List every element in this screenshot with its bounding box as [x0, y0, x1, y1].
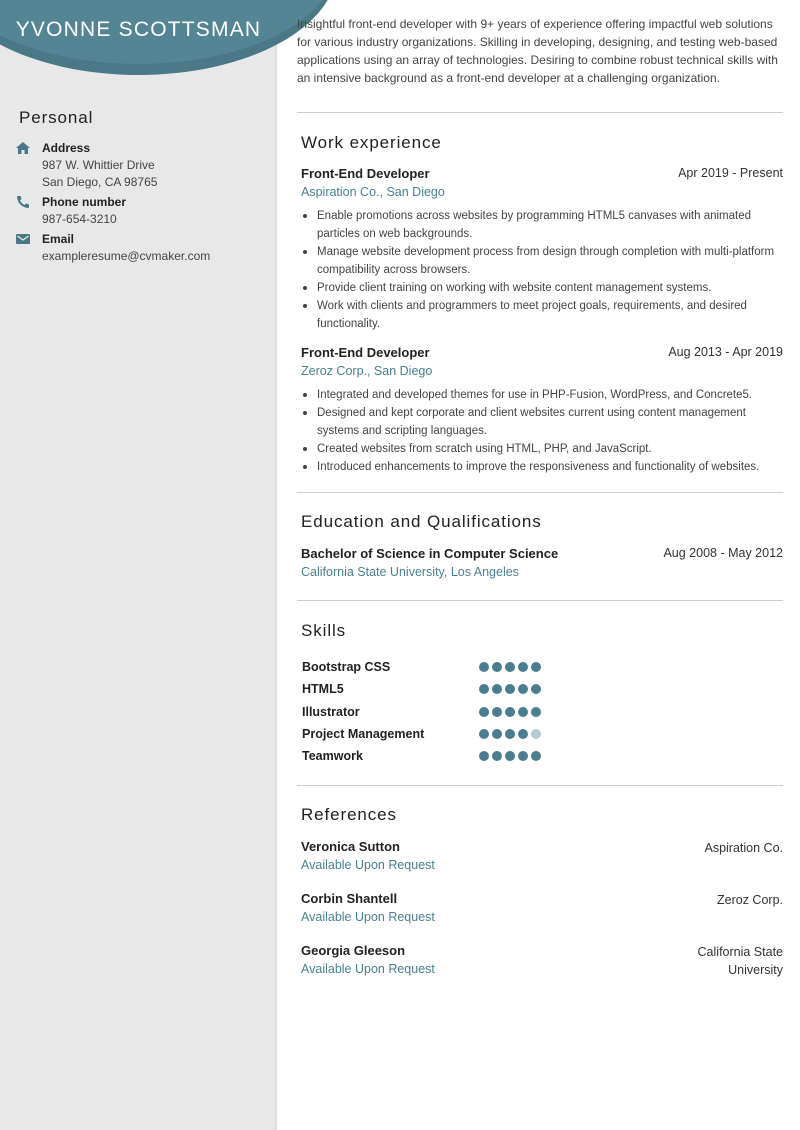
work-entry: Front-End Developer Aspiration Co., San … — [301, 165, 783, 333]
rating-dot-filled — [518, 751, 528, 762]
job-bullets: Enable promotions across websites by pro… — [301, 207, 783, 333]
reference-company: Aspiration Co. — [704, 841, 783, 855]
job-bullets: Integrated and developed themes for use … — [301, 386, 783, 476]
rating-dot-filled — [479, 684, 489, 695]
skill-rating — [479, 728, 541, 739]
sidebar: YVONNE SCOTTSMAN Personal Address 987 W.… — [0, 0, 337, 1130]
rating-dot-empty — [531, 728, 541, 739]
education-dates: Aug 2008 - May 2012 — [663, 546, 783, 560]
contact-value: 987 W. Whittier Drive — [42, 158, 155, 172]
candidate-name: YVONNE SCOTTSMAN — [15, 18, 262, 41]
rating-dot-filled — [505, 751, 515, 762]
work-section-title: Work experience — [301, 133, 442, 152]
rating-dot-filled — [492, 728, 502, 739]
divider — [297, 785, 783, 786]
reference-entry: Georgia Gleeson Available Upon Request C… — [301, 942, 783, 978]
job-bullet: Introduced enhancements to improve the r… — [301, 458, 783, 476]
rating-dot-filled — [518, 662, 528, 672]
skill-rating — [479, 684, 541, 695]
rating-dot-filled — [492, 662, 502, 672]
contact-email: Email exampleresume@cvmaker.com — [16, 230, 266, 265]
job-company: Aspiration Co., San Diego — [301, 185, 445, 199]
job-dates: Apr 2019 - Present — [678, 166, 783, 180]
contact-value: 987-654-3210 — [42, 212, 117, 226]
contact-address: Address 987 W. Whittier Drive San Diego,… — [16, 139, 266, 191]
personal-section-title: Personal — [19, 108, 94, 127]
skill-rating — [479, 662, 541, 672]
rating-dot-filled — [518, 706, 528, 717]
reference-note: Available Upon Request — [301, 858, 435, 872]
contact-label: Address — [42, 141, 91, 155]
contact-value[interactable]: exampleresume@cvmaker.com — [42, 248, 266, 265]
email-icon — [16, 234, 30, 244]
skill-row: Bootstrap CSS — [302, 657, 562, 677]
job-bullet: Created websites from scratch using HTML… — [301, 440, 783, 458]
job-company: Zeroz Corp., San Diego — [301, 364, 433, 378]
rating-dot-filled — [505, 728, 515, 739]
divider — [297, 492, 783, 493]
work-entry: Front-End Developer Zeroz Corp., San Die… — [301, 344, 783, 476]
skills-section-title: Skills — [301, 621, 347, 640]
education-entry: Bachelor of Science in Computer Science … — [301, 545, 783, 581]
phone-icon — [17, 196, 29, 208]
job-bullet: Enable promotions across websites by pro… — [301, 207, 783, 243]
skill-rating — [479, 706, 541, 717]
school: California State University, Los Angeles — [301, 565, 519, 579]
reference-company: Zeroz Corp. — [717, 893, 783, 907]
rating-dot-filled — [518, 684, 528, 695]
rating-dot-filled — [479, 751, 489, 762]
skill-row: HTML5 — [302, 679, 562, 699]
rating-dot-filled — [531, 706, 541, 717]
education-section-title: Education and Qualifications — [301, 512, 542, 531]
profile-summary: Insightful front-end developer with 9+ y… — [297, 17, 778, 85]
job-dates: Aug 2013 - Apr 2019 — [668, 345, 783, 359]
divider — [297, 112, 783, 113]
contact-phone: Phone number 987-654-3210 — [16, 193, 266, 228]
rating-dot-filled — [531, 684, 541, 695]
rating-dot-filled — [492, 684, 502, 695]
contact-value: San Diego, CA 98765 — [42, 175, 158, 189]
job-bullet: Manage website development process from … — [301, 243, 783, 279]
rating-dot-filled — [518, 728, 528, 739]
skill-rating — [479, 751, 541, 762]
rating-dot-filled — [531, 751, 541, 762]
skill-row: Illustrator — [302, 702, 562, 722]
skill-row: Project Management — [302, 724, 562, 744]
job-bullet: Provide client training on working with … — [301, 279, 783, 297]
rating-dot-filled — [505, 684, 515, 695]
divider — [297, 600, 783, 601]
reference-entry: Corbin Shantell Available Upon Request Z… — [301, 890, 783, 926]
rating-dot-filled — [479, 728, 489, 739]
rating-dot-filled — [505, 706, 515, 717]
contact-label: Email — [42, 232, 75, 246]
rating-dot-filled — [492, 751, 502, 762]
job-bullet: Integrated and developed themes for use … — [301, 386, 783, 404]
reference-company: California State University — [697, 945, 783, 977]
skill-row: Teamwork — [302, 746, 562, 766]
rating-dot-filled — [505, 662, 515, 672]
rating-dot-filled — [479, 662, 489, 672]
reference-note: Available Upon Request — [301, 910, 435, 924]
job-bullet: Work with clients and programmers to mee… — [301, 297, 783, 333]
rating-dot-filled — [531, 662, 541, 672]
references-section-title: References — [301, 805, 397, 824]
rating-dot-filled — [479, 706, 489, 717]
home-icon — [16, 142, 30, 154]
job-bullet: Designed and kept corporate and client w… — [301, 404, 783, 440]
reference-entry: Veronica Sutton Available Upon Request A… — [301, 838, 783, 874]
rating-dot-filled — [492, 706, 502, 717]
contact-label: Phone number — [42, 195, 127, 209]
